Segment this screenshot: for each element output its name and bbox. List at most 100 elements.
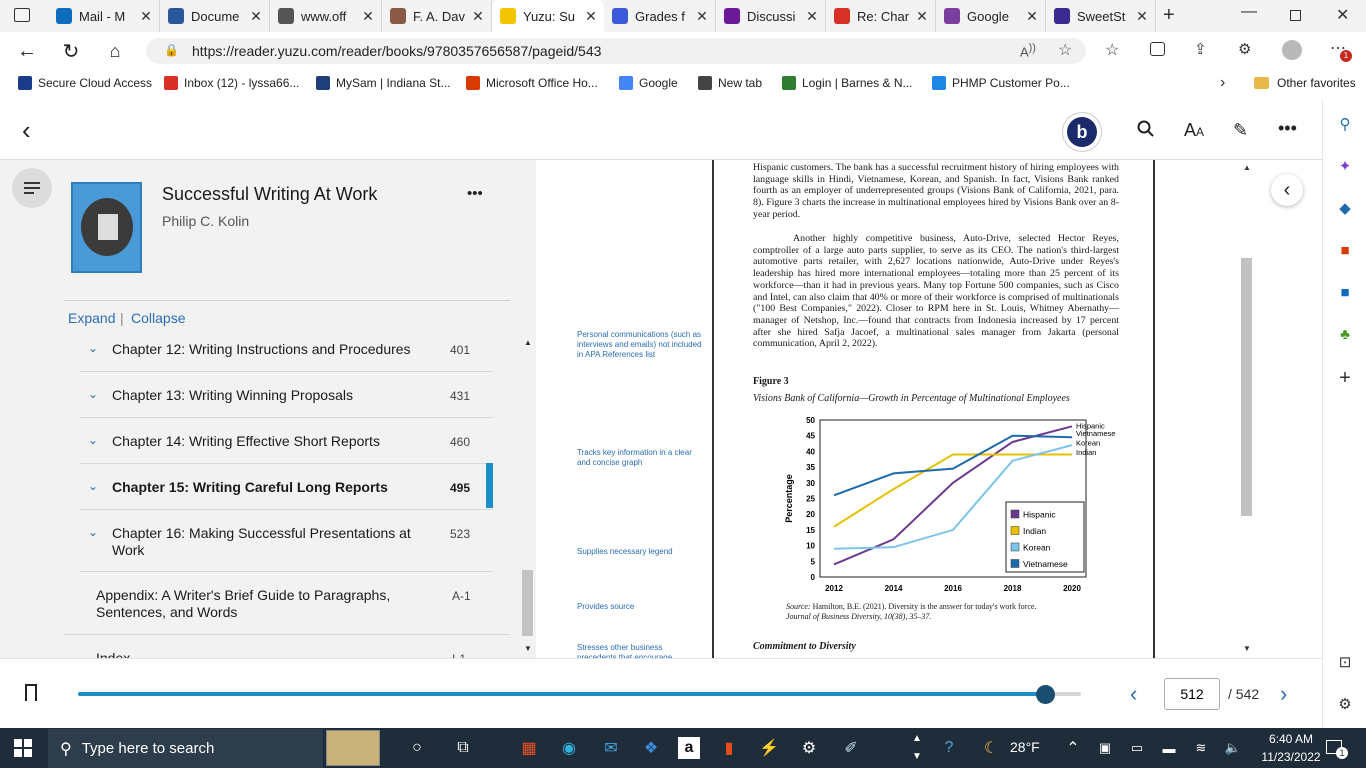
chevron-down-icon[interactable]: ⌄ bbox=[88, 525, 98, 539]
camera-icon[interactable]: ▣ bbox=[1090, 733, 1120, 763]
other-favorites[interactable]: Other favorites bbox=[1254, 76, 1356, 90]
browser-tab[interactable]: Mail - M ✕ bbox=[48, 0, 160, 32]
toc-chapter-item[interactable]: ⌄ Chapter 16: Making Successful Presentat… bbox=[80, 510, 493, 572]
weather-icon[interactable]: ☾ bbox=[976, 733, 1006, 763]
taskbar-search[interactable]: ⚲ Type here to search bbox=[48, 729, 323, 768]
bookmark-item[interactable]: PHMP Customer Po... bbox=[932, 76, 1070, 90]
minimize-icon[interactable]: — bbox=[1241, 3, 1257, 21]
page-scrollbar[interactable]: ▲ ▼ bbox=[1240, 160, 1254, 658]
close-tab-icon[interactable]: ✕ bbox=[1023, 8, 1041, 25]
sidebar-outlook-icon[interactable]: ■ bbox=[1335, 282, 1355, 302]
bookmark-item[interactable]: New tab bbox=[698, 76, 762, 90]
back-icon[interactable]: ← bbox=[14, 38, 40, 64]
close-tab-icon[interactable]: ✕ bbox=[359, 8, 377, 25]
sidebar-sparkle-icon[interactable]: ✦ bbox=[1335, 156, 1355, 176]
close-window-icon[interactable]: ✕ bbox=[1336, 5, 1349, 25]
help-icon[interactable]: ? bbox=[934, 733, 964, 763]
browser-tab[interactable]: Grades f ✕ bbox=[604, 0, 716, 32]
next-page-icon[interactable]: › bbox=[1280, 681, 1287, 707]
task-view-icon[interactable]: ⧉ bbox=[448, 733, 478, 763]
bookmark-item[interactable]: MySam | Indiana St... bbox=[316, 76, 451, 90]
profile-avatar[interactable] bbox=[1282, 40, 1302, 60]
refresh-icon[interactable]: ↻ bbox=[58, 38, 84, 64]
browser-tab[interactable]: www.off ✕ bbox=[270, 0, 382, 32]
new-tab-icon[interactable]: + bbox=[1163, 4, 1175, 27]
book-options-icon[interactable]: ••• bbox=[467, 185, 483, 202]
chevron-down-icon[interactable]: ⌄ bbox=[88, 433, 98, 447]
bookmark-item[interactable]: Google bbox=[619, 76, 678, 90]
sidebar-search-icon[interactable]: ⚲ bbox=[1335, 114, 1355, 134]
clock-time[interactable]: 6:40 AM bbox=[1262, 732, 1320, 746]
dropbox-icon[interactable]: ❖ bbox=[636, 733, 666, 763]
read-aloud-icon[interactable]: A)) bbox=[1020, 42, 1036, 59]
sidebar-tree-icon[interactable]: ♣ bbox=[1335, 324, 1355, 344]
expand-link[interactable]: Expand bbox=[68, 310, 115, 326]
temperature[interactable]: 28°F bbox=[1010, 739, 1040, 755]
close-tab-icon[interactable]: ✕ bbox=[582, 8, 600, 25]
browser-tab[interactable]: F. A. Dav ✕ bbox=[382, 0, 492, 32]
page-scroll-thumb[interactable] bbox=[1241, 258, 1252, 516]
display-icon[interactable]: ▭ bbox=[1122, 733, 1152, 763]
scroll-up-icon[interactable]: ▲ bbox=[524, 338, 532, 347]
page-scroll-up-icon[interactable]: ▲ bbox=[1243, 163, 1251, 172]
collapse-panel-icon[interactable]: ‹ bbox=[1271, 174, 1303, 206]
prev-page-icon[interactable]: ‹ bbox=[1130, 681, 1137, 707]
browser-tab[interactable]: Yuzu: Su ✕ bbox=[492, 0, 604, 32]
progress-handle[interactable] bbox=[1035, 685, 1055, 704]
scroll-thumb[interactable] bbox=[522, 570, 533, 636]
bookmarks-overflow-icon[interactable]: › bbox=[1220, 74, 1225, 92]
toc-menu-icon[interactable] bbox=[12, 168, 52, 208]
close-tab-icon[interactable]: ✕ bbox=[913, 8, 931, 25]
toc-scrollbar[interactable]: ▲ ▼ bbox=[521, 338, 535, 658]
browser-tab[interactable]: Discussi ✕ bbox=[716, 0, 826, 32]
settings-taskbar-icon[interactable]: ⚙ bbox=[794, 733, 824, 763]
store-icon[interactable]: ▦ bbox=[514, 733, 544, 763]
browser-tab[interactable]: Google ✕ bbox=[936, 0, 1046, 32]
close-tab-icon[interactable]: ✕ bbox=[1133, 8, 1151, 25]
start-icon[interactable] bbox=[8, 733, 38, 763]
pen-app-icon[interactable]: ⚡ bbox=[754, 733, 784, 763]
scroll-down-icon[interactable]: ▼ bbox=[524, 644, 532, 653]
bookmark-icon[interactable] bbox=[25, 684, 37, 701]
home-icon[interactable]: ⌂ bbox=[102, 38, 128, 64]
bookmark-item[interactable]: Inbox (12) - lyssa66... bbox=[164, 76, 299, 90]
tray-overflow-icon[interactable]: ▲ ▼ bbox=[912, 730, 922, 766]
bookmark-item[interactable]: Microsoft Office Ho... bbox=[466, 76, 598, 90]
cortana-icon[interactable]: ○ bbox=[402, 733, 432, 763]
brand-badge[interactable]: b bbox=[1062, 112, 1102, 152]
collapse-link[interactable]: Collapse bbox=[131, 310, 185, 326]
lock-icon[interactable]: 🔒 bbox=[164, 43, 179, 57]
close-tab-icon[interactable]: ✕ bbox=[247, 8, 265, 25]
amazon-icon[interactable]: a bbox=[674, 733, 704, 763]
toc-chapter-item[interactable]: ⌄ Chapter 15: Writing Careful Long Report… bbox=[80, 464, 493, 510]
toc-chapter-item[interactable]: ⌄ Chapter 12: Writing Instructions and Pr… bbox=[80, 336, 493, 372]
paint-icon[interactable]: ✐ bbox=[836, 733, 866, 763]
reader-more-icon[interactable]: ••• bbox=[1278, 118, 1297, 139]
add-favorite-icon[interactable]: ☆ bbox=[1058, 40, 1072, 60]
url-text[interactable]: https://reader.yuzu.com/reader/books/978… bbox=[192, 43, 601, 59]
close-tab-icon[interactable]: ✕ bbox=[803, 8, 821, 25]
toc-chapter-item[interactable]: ⌄ Chapter 14: Writing Effective Short Rep… bbox=[80, 418, 493, 464]
extensions-icon[interactable]: ⚙ bbox=[1238, 40, 1251, 58]
collections-icon[interactable] bbox=[1150, 42, 1165, 56]
bookmark-item[interactable]: Secure Cloud Access bbox=[18, 76, 152, 90]
toc-chapter-item[interactable]: Appendix: A Writer's Brief Guide to Para… bbox=[64, 572, 510, 635]
sidebar-panel-icon[interactable]: ⊡ bbox=[1335, 652, 1355, 672]
search-icon[interactable] bbox=[1137, 120, 1154, 137]
text-size-icon[interactable]: AA bbox=[1184, 120, 1204, 141]
sidebar-settings-icon[interactable]: ⚙ bbox=[1335, 694, 1355, 714]
browser-tab[interactable]: Re: Char ✕ bbox=[826, 0, 936, 32]
browser-tab[interactable]: Docume ✕ bbox=[160, 0, 270, 32]
wifi-icon[interactable]: ≋ bbox=[1186, 733, 1216, 763]
page-number-input[interactable] bbox=[1164, 678, 1220, 710]
chevron-down-icon[interactable]: ⌄ bbox=[88, 479, 98, 493]
battery-icon[interactable]: ▬ bbox=[1154, 733, 1184, 763]
favorites-icon[interactable]: ☆ bbox=[1105, 40, 1119, 60]
close-tab-icon[interactable]: ✕ bbox=[693, 8, 711, 25]
restore-icon[interactable] bbox=[1290, 10, 1301, 21]
search-highlight-thumbnail[interactable] bbox=[326, 730, 380, 766]
toc-chapter-item[interactable]: ⌄ Chapter 13: Writing Winning Proposals 43… bbox=[80, 372, 493, 418]
chevron-down-icon[interactable]: ⌄ bbox=[88, 341, 98, 355]
office-taskbar-icon[interactable]: ▮ bbox=[714, 733, 744, 763]
chevron-down-icon[interactable]: ⌄ bbox=[88, 387, 98, 401]
